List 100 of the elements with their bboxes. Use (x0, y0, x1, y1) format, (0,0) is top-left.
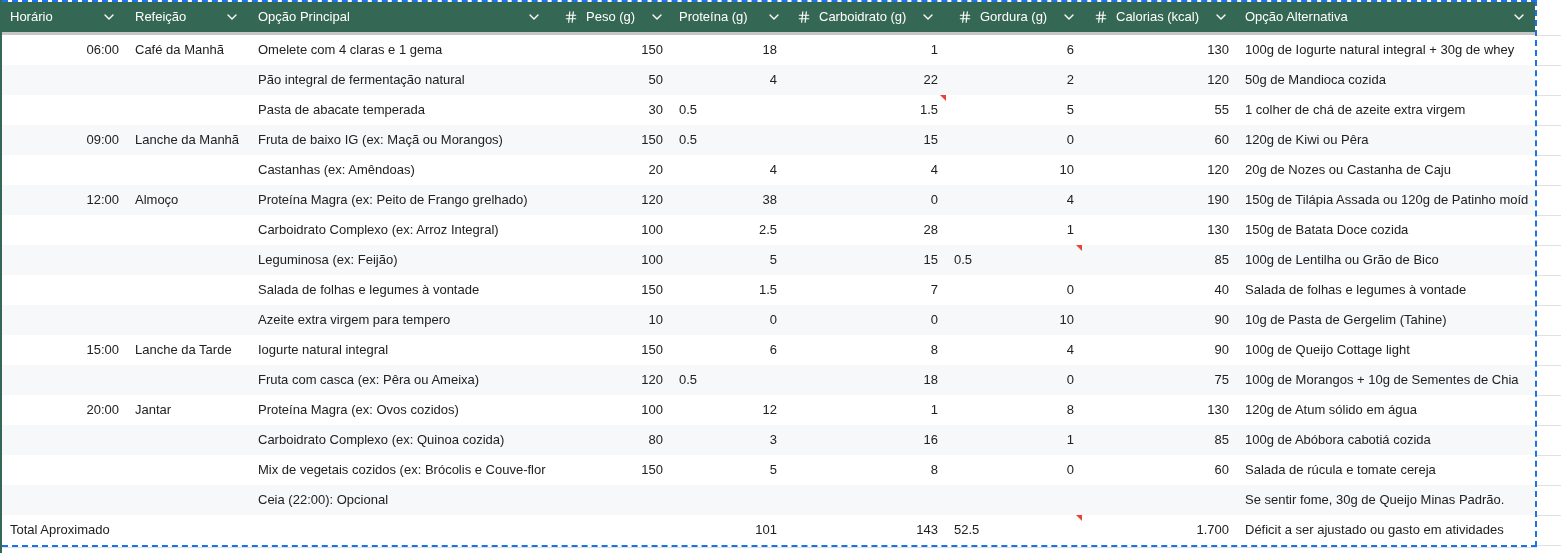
table-cell-text: 130 (1207, 401, 1229, 420)
table-cell-text: 50g de Mandioca cozida (1245, 71, 1386, 90)
table-cell-text: 8 (1066, 401, 1074, 420)
table-cell-text: Jantar (135, 401, 172, 420)
table-cell-text: 4 (769, 161, 777, 180)
table-cell-text: Leguminosa (ex: Feijão) (258, 251, 398, 270)
table-cell-text: 4 (930, 161, 938, 180)
table-cell-text: 50 (648, 71, 663, 90)
column-header: Peso (g) (586, 8, 636, 27)
column-header: Calorias (kcal) (1116, 8, 1200, 27)
table-cell-text: 12 (762, 401, 777, 420)
table-cell-text: 16 (923, 431, 938, 450)
table-cell-text: Café da Manhã (135, 41, 224, 60)
table-cell-text: 0 (930, 191, 938, 210)
table-cell-text: 18 (923, 371, 938, 390)
table-cell-text: 150 (641, 41, 663, 60)
table-cell-text: 4 (1066, 341, 1074, 360)
table-cell-text: 5 (769, 251, 777, 270)
table-cell-text: Proteína Magra (ex: Ovos cozidos) (258, 401, 459, 420)
table-cell-text: 1 (1066, 221, 1074, 240)
table-cell-text: 150 (641, 341, 663, 360)
table-cell-text: 2.5 (758, 221, 777, 240)
column-header: Horário (10, 8, 53, 27)
table-cell-text: Castanhas (ex: Amêndoas) (258, 161, 415, 180)
table-cell-text: 60 (1214, 461, 1229, 480)
table-cell-text: 30 (648, 101, 663, 120)
table-cell-text: Carboidrato Complexo (ex: Quinoa cozida) (258, 431, 505, 450)
table-cell-text: 0 (1066, 371, 1074, 390)
column-header: Carboidrato (g) (819, 8, 907, 27)
table-cell-text: Lanche da Manhã (135, 131, 240, 150)
table-cell-text: 20 (648, 161, 663, 180)
table-cell-text: 5 (1066, 101, 1074, 120)
table-cell-text: Salada de folhas e legumes à vontade (1245, 281, 1467, 300)
table-cell-text: 1 (1066, 431, 1074, 450)
table-cell-text: Se sentir fome, 30g de Queijo Minas Padrão. (1245, 491, 1505, 510)
table-cell-text: 90 (1214, 341, 1229, 360)
table-cell-text: 100g de Iogurte natural integral + 30g de whey (1245, 41, 1515, 60)
table-cell-text: Fruta de baixo IG (ex: Maçã ou Morangos) (258, 131, 503, 150)
table-cell-text: 60 (1214, 131, 1229, 150)
table-cell-text: 18 (762, 41, 777, 60)
table-cell-text: 120 (1207, 161, 1229, 180)
table-cell-text: 12:00 (86, 191, 119, 210)
table-cell-text: 0 (1066, 461, 1074, 480)
table-cell-text: Mix de vegetais cozidos (ex: Brócolis e Couve-flor (258, 461, 546, 480)
column-header: Gordura (g) (980, 8, 1048, 27)
column-header: Refeição (135, 8, 187, 27)
table-cell-text: 90 (1214, 311, 1229, 330)
table-cell-text: 5 (769, 461, 777, 480)
table-cell-text: 100 (641, 401, 663, 420)
table-cell-text: 3 (769, 431, 777, 450)
table-cell-text: 6 (769, 341, 777, 360)
table-cell-text: 55 (1214, 101, 1229, 120)
table-cell-text: 52.5 (954, 521, 980, 540)
table-cell-text: 150 (641, 461, 663, 480)
table-cell-text: 15 (923, 131, 938, 150)
table-cell-text: Déficit a ser ajustado ou gasto em atividades (1245, 521, 1504, 540)
table-cell-text: 100g de Abóbora cabotiá cozida (1245, 431, 1431, 450)
table-cell-text: 1.700 (1196, 521, 1229, 540)
table-cell-text: 20:00 (86, 401, 119, 420)
table-cell-text: Iogurte natural integral (258, 341, 389, 360)
table-cell-text: Ceia (22:00): Opcional (258, 491, 389, 510)
table-cell-text: 101 (755, 521, 777, 540)
table-cell-text: 190 (1207, 191, 1229, 210)
table-cell-text: 0.5 (679, 371, 698, 390)
table-cell-text: 6 (1066, 41, 1074, 60)
table-cell-text: 8 (930, 461, 938, 480)
table-cell-text: 150 (641, 281, 663, 300)
table-cell-text: 0 (769, 311, 777, 330)
table-cell-text: 15 (923, 251, 938, 270)
table-cell-text: 09:00 (86, 131, 119, 150)
table-cell-text: 15:00 (86, 341, 119, 360)
table-cell-text: 06:00 (86, 41, 119, 60)
table-cell-text: 100g de Lentilha ou Grão de Bico (1245, 251, 1439, 270)
table-cell-text: 80 (648, 431, 663, 450)
table-cell-text: Salada de folhas e legumes à vontade (258, 281, 480, 300)
table-cell-text: 0.5 (954, 251, 973, 270)
table-cell-text: 4 (769, 71, 777, 90)
table-cell-text: Proteína Magra (ex: Peito de Frango grelhado) (258, 191, 528, 210)
table-cell-text: 1.5 (919, 101, 938, 120)
table-cell-text: 130 (1207, 221, 1229, 240)
table-cell-text: 143 (916, 521, 938, 540)
table-cell-text: Almoço (135, 191, 179, 210)
table-cell-text: 130 (1207, 41, 1229, 60)
table-cell-text: Salada de rúcula e tomate cereja (1245, 461, 1436, 480)
column-header: Opção Principal (258, 8, 350, 27)
table-cell-text: 10 (648, 311, 663, 330)
table-cell-text: Carboidrato Complexo (ex: Arroz Integral) (258, 221, 499, 240)
table-cell-text: Azeite extra virgem para tempero (258, 311, 451, 330)
table-cell-text: 0 (1066, 131, 1074, 150)
table-cell-text: 85 (1214, 431, 1229, 450)
table-cell-text: 120 (1207, 71, 1229, 90)
table-cell-text: 7 (930, 281, 938, 300)
table-cell-text: 2 (1066, 71, 1074, 90)
table-cell-text: 10 (1059, 311, 1074, 330)
table-cell-text: 10 (1059, 161, 1074, 180)
column-header: Proteína (g) (679, 8, 748, 27)
table-cell-text: 4 (1066, 191, 1074, 210)
table-cell-text: 40 (1214, 281, 1229, 300)
table-cell-text: 100g de Queijo Cottage light (1245, 341, 1410, 360)
table-cell-text: 150g de Batata Doce cozida (1245, 221, 1409, 240)
